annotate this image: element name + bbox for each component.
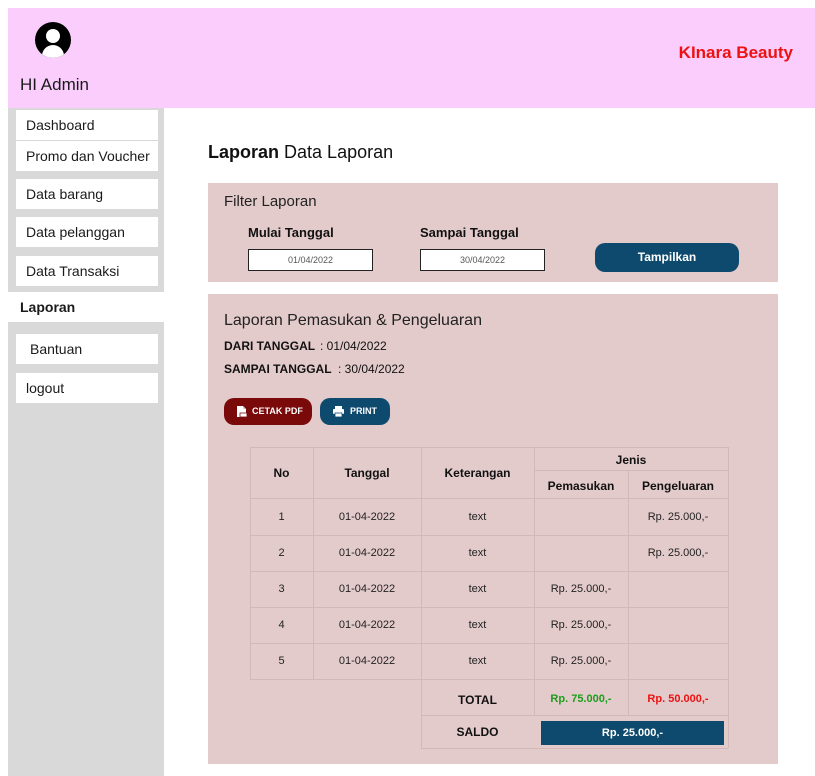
row-2-pengeluaran: Rp. 25.000,-: [647, 547, 709, 559]
row-1-keterangan: text: [468, 511, 487, 523]
row-2-no: 2: [278, 547, 285, 559]
row-1-tanggal: 01-04-2022: [338, 511, 396, 523]
row-5-keterangan: text: [468, 655, 487, 667]
row-5-tanggal: 01-04-2022: [338, 655, 396, 667]
sidebar-item-laporan[interactable]: Laporan: [8, 292, 164, 322]
total-pemasukan: Rp. 75.000,-: [550, 693, 612, 705]
start-date-label: Mulai Tanggal: [248, 225, 334, 240]
saldo-label: SALDO: [456, 725, 499, 739]
row-4-keterangan: text: [468, 619, 487, 631]
header-pengeluaran: Pengeluaran: [641, 479, 715, 493]
brand-name: KInara Beauty: [678, 43, 793, 62]
sidebar-item-dashboard[interactable]: Dashboard: [16, 110, 158, 140]
header-pemasukan: Pemasukan: [547, 479, 615, 493]
saldo-value: Rp. 25.000,-: [541, 721, 724, 745]
sidebar-item-bantuan[interactable]: Bantuan: [16, 334, 158, 364]
sidebar: Dashboard Promo dan Voucher Data barang …: [8, 108, 164, 776]
to-date-label: SAMPAI TANGGAL: [224, 362, 332, 376]
report-title: Laporan Pemasukan & Pengeluaran: [224, 312, 482, 329]
from-date-row: DARI TANGGAL : 01/04/2022: [224, 339, 387, 353]
pdf-file-icon: [237, 406, 248, 418]
end-date-label: Sampai Tanggal: [420, 225, 519, 240]
row-3-tanggal: 01-04-2022: [338, 583, 396, 595]
row-1-no: 1: [278, 511, 285, 523]
row-3-pemasukan: Rp. 25.000,-: [550, 583, 612, 595]
header-no: No: [273, 466, 290, 480]
sidebar-item-promo-voucher[interactable]: Promo dan Voucher: [16, 141, 158, 171]
print-label: PRINT: [350, 406, 377, 416]
sidebar-item-data-barang[interactable]: Data barang: [16, 179, 158, 209]
header-tanggal: Tanggal: [344, 466, 390, 480]
to-date-row: SAMPAI TANGGAL : 30/04/2022: [224, 362, 405, 376]
from-date-label: DARI TANGGAL: [224, 339, 316, 353]
row-4-pemasukan: Rp. 25.000,-: [550, 619, 612, 631]
greeting-text: HI Admin: [20, 75, 89, 94]
start-date-input[interactable]: 01/04/2022: [248, 249, 373, 271]
page-title: Laporan Data Laporan: [208, 142, 393, 163]
user-avatar-icon[interactable]: [35, 22, 71, 58]
top-header: HI Admin KInara Beauty: [8, 8, 815, 108]
header-jenis: Jenis: [615, 453, 647, 467]
cetak-pdf-label: CETAK PDF: [252, 406, 303, 416]
print-button[interactable]: PRINT: [320, 398, 390, 425]
sidebar-item-logout[interactable]: logout: [16, 373, 158, 403]
sidebar-item-data-transaksi[interactable]: Data Transaksi: [16, 256, 158, 286]
sidebar-item-data-pelanggan[interactable]: Data pelanggan: [16, 217, 158, 247]
header-keterangan: Keterangan: [444, 466, 511, 480]
row-2-tanggal: 01-04-2022: [338, 547, 396, 559]
total-label: TOTAL: [458, 693, 497, 707]
end-date-input[interactable]: 30/04/2022: [420, 249, 545, 271]
tampilkan-button[interactable]: Tampilkan: [595, 243, 739, 272]
to-date-value: : 30/04/2022: [338, 362, 405, 376]
page-title-rest: Data Laporan: [284, 142, 394, 162]
printer-icon: [333, 406, 344, 418]
total-pengeluaran: Rp. 50.000,-: [647, 693, 709, 705]
row-4-no: 4: [278, 619, 285, 631]
row-4-tanggal: 01-04-2022: [338, 619, 396, 631]
row-3-keterangan: text: [468, 583, 487, 595]
row-5-no: 5: [278, 655, 285, 667]
row-5-pemasukan: Rp. 25.000,-: [550, 655, 612, 667]
filter-title: Filter Laporan: [224, 193, 317, 210]
row-3-no: 3: [278, 583, 285, 595]
row-1-pengeluaran: Rp. 25.000,-: [647, 511, 709, 523]
page-title-bold: Laporan: [208, 142, 280, 162]
cetak-pdf-button[interactable]: CETAK PDF: [224, 398, 312, 425]
row-2-keterangan: text: [468, 547, 487, 559]
filter-panel: Filter Laporan Mulai Tanggal 01/04/2022 …: [208, 183, 778, 282]
from-date-value: : 01/04/2022: [320, 339, 387, 353]
